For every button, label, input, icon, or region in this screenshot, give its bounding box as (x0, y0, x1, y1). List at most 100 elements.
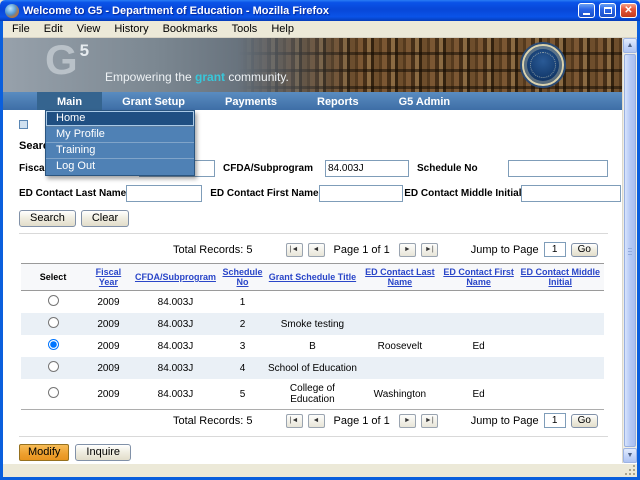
clear-button[interactable]: Clear (80, 210, 130, 227)
prev-page-button[interactable]: ◄ (307, 413, 325, 428)
nav-item-g5-admin[interactable]: G5 Admin (379, 92, 471, 110)
first-page-button[interactable]: |◄ (285, 413, 303, 428)
ed-contact-first-name-input[interactable] (318, 185, 403, 202)
nav-item-grant-setup[interactable]: Grant Setup (102, 92, 205, 110)
cfda-input[interactable] (325, 160, 409, 177)
modify-button[interactable]: Modify (19, 444, 70, 461)
table-cell: Washington (359, 379, 441, 410)
row-select-radio[interactable] (47, 295, 59, 306)
table-cell: 2009 (97, 296, 120, 308)
window-title: Welcome to G5 - Department of Education … (23, 4, 329, 17)
page-marker-icon (19, 120, 28, 129)
nav-item-reports[interactable]: Reports (297, 92, 379, 110)
minimize-icon (583, 13, 590, 15)
ed-contact-middle-initial-label: ED Contact Middle Initial (404, 188, 522, 199)
jump-to-page-input[interactable] (543, 242, 566, 257)
last-page-button[interactable]: ►| (420, 242, 438, 257)
table-cell (359, 357, 441, 379)
tagline-grant-highlight: grant (195, 70, 226, 84)
row-select-radio[interactable] (47, 317, 59, 328)
table-cell (359, 291, 441, 314)
table-cell: Ed (440, 379, 517, 410)
pagination-top: Total Records: 5 |◄ ◄ Page 1 of 1 ► ►| J… (19, 239, 608, 260)
go-button[interactable]: Go (570, 242, 598, 257)
search-form-row-2: ED Contact Last Name ED Contact First Na… (19, 185, 622, 202)
col-header-schedule-no[interactable]: Schedule No (222, 267, 262, 287)
ed-contact-last-name-label: ED Contact Last Name (19, 188, 127, 199)
dropdown-item-training[interactable]: Training (46, 143, 194, 159)
ed-contact-last-name-input[interactable] (126, 185, 203, 202)
table-cell (359, 313, 441, 335)
total-records-value: 5 (246, 414, 253, 427)
row-select-radio[interactable] (47, 387, 59, 398)
page-content: G5 Empowering the grant community. Main … (3, 38, 622, 463)
col-header-fiscal-year[interactable]: Fiscal Year (96, 267, 122, 287)
title-bar[interactable]: Welcome to G5 - Department of Education … (0, 0, 640, 21)
table-cell: 2009 (97, 340, 120, 352)
col-header-ed-contact-middle-initial[interactable]: ED Contact Middle Initial (520, 267, 600, 287)
table-cell: 4 (239, 362, 246, 374)
menu-history[interactable]: History (107, 22, 155, 36)
table-row: 2009 84.003J 3 B Roosevelt Ed (21, 335, 604, 357)
last-page-button[interactable]: ►| (420, 413, 438, 428)
nav-item-payments[interactable]: Payments (205, 92, 297, 110)
next-page-button[interactable]: ► (398, 242, 416, 257)
table-row: 2009 84.003J 2 Smoke testing (21, 313, 604, 335)
table-cell: Ed (472, 340, 485, 352)
next-page-button[interactable]: ► (398, 413, 416, 428)
menu-edit[interactable]: Edit (37, 22, 70, 36)
vertical-scrollbar[interactable]: ▲ ▼ (622, 38, 637, 463)
first-page-button[interactable]: |◄ (285, 242, 303, 257)
ed-contact-first-name-label: ED Contact First Name (210, 188, 319, 199)
col-header-grant-schedule-title[interactable]: Grant Schedule Title (269, 272, 356, 282)
maximize-button[interactable] (599, 3, 616, 18)
table-cell (441, 357, 517, 379)
schedule-no-input[interactable] (508, 160, 608, 177)
total-records-label: Total Records: (173, 414, 244, 427)
col-header-cfda-subprogram[interactable]: CFDA/Subprogram (135, 272, 216, 282)
jump-to-page-label: Jump to Page (470, 414, 539, 427)
action-buttons: Modify Inquire (3, 442, 622, 461)
col-header-ed-contact-last-name[interactable]: ED Contact Last Name (365, 267, 435, 287)
main-menu-dropdown: Home My Profile Training Log Out (45, 110, 195, 176)
ed-contact-middle-initial-input[interactable] (521, 185, 622, 202)
menu-view[interactable]: View (70, 22, 108, 36)
go-button[interactable]: Go (570, 413, 598, 428)
search-button[interactable]: Search (19, 210, 76, 227)
inquire-button[interactable]: Inquire (75, 444, 132, 461)
row-select-radio[interactable] (47, 339, 59, 350)
table-cell (516, 335, 604, 357)
table-row: 2009 84.003J 4 School of Education (21, 357, 604, 379)
resize-grip-icon[interactable] (633, 473, 635, 475)
table-cell: 3 (239, 340, 246, 352)
scroll-down-icon[interactable]: ▼ (623, 448, 637, 463)
table-cell: Smoke testing (280, 318, 345, 330)
nav-item-main[interactable]: Main (37, 92, 103, 110)
table-cell: 5 (219, 379, 266, 410)
scroll-up-icon[interactable]: ▲ (623, 38, 637, 53)
menu-bookmarks[interactable]: Bookmarks (156, 22, 225, 36)
table-cell: 2009 (85, 379, 132, 410)
table-cell: 2009 (97, 362, 120, 374)
dropdown-item-home[interactable]: Home (46, 111, 194, 127)
minimize-button[interactable] (578, 3, 595, 18)
menu-tools[interactable]: Tools (225, 22, 265, 36)
status-bar (3, 463, 637, 477)
jump-to-page-label: Jump to Page (470, 243, 539, 256)
dropdown-item-my-profile[interactable]: My Profile (46, 127, 194, 143)
col-header-select: Select (21, 263, 86, 291)
menu-help[interactable]: Help (264, 22, 301, 36)
total-records-label: Total Records: (173, 243, 244, 256)
col-header-ed-contact-first-name[interactable]: ED Contact First Name (443, 267, 514, 287)
dropdown-item-log-out[interactable]: Log Out (46, 159, 194, 175)
table-cell: 2 (239, 318, 246, 330)
department-of-education-seal-icon (522, 44, 564, 86)
menu-file[interactable]: File (5, 22, 37, 36)
jump-to-page-input[interactable] (543, 413, 566, 428)
table-cell (516, 379, 604, 410)
scrollbar-thumb[interactable] (624, 54, 636, 447)
page-indicator: Page 1 of 1 (333, 243, 390, 256)
close-button[interactable]: ✕ (620, 3, 637, 18)
row-select-radio[interactable] (47, 361, 59, 372)
prev-page-button[interactable]: ◄ (307, 242, 325, 257)
